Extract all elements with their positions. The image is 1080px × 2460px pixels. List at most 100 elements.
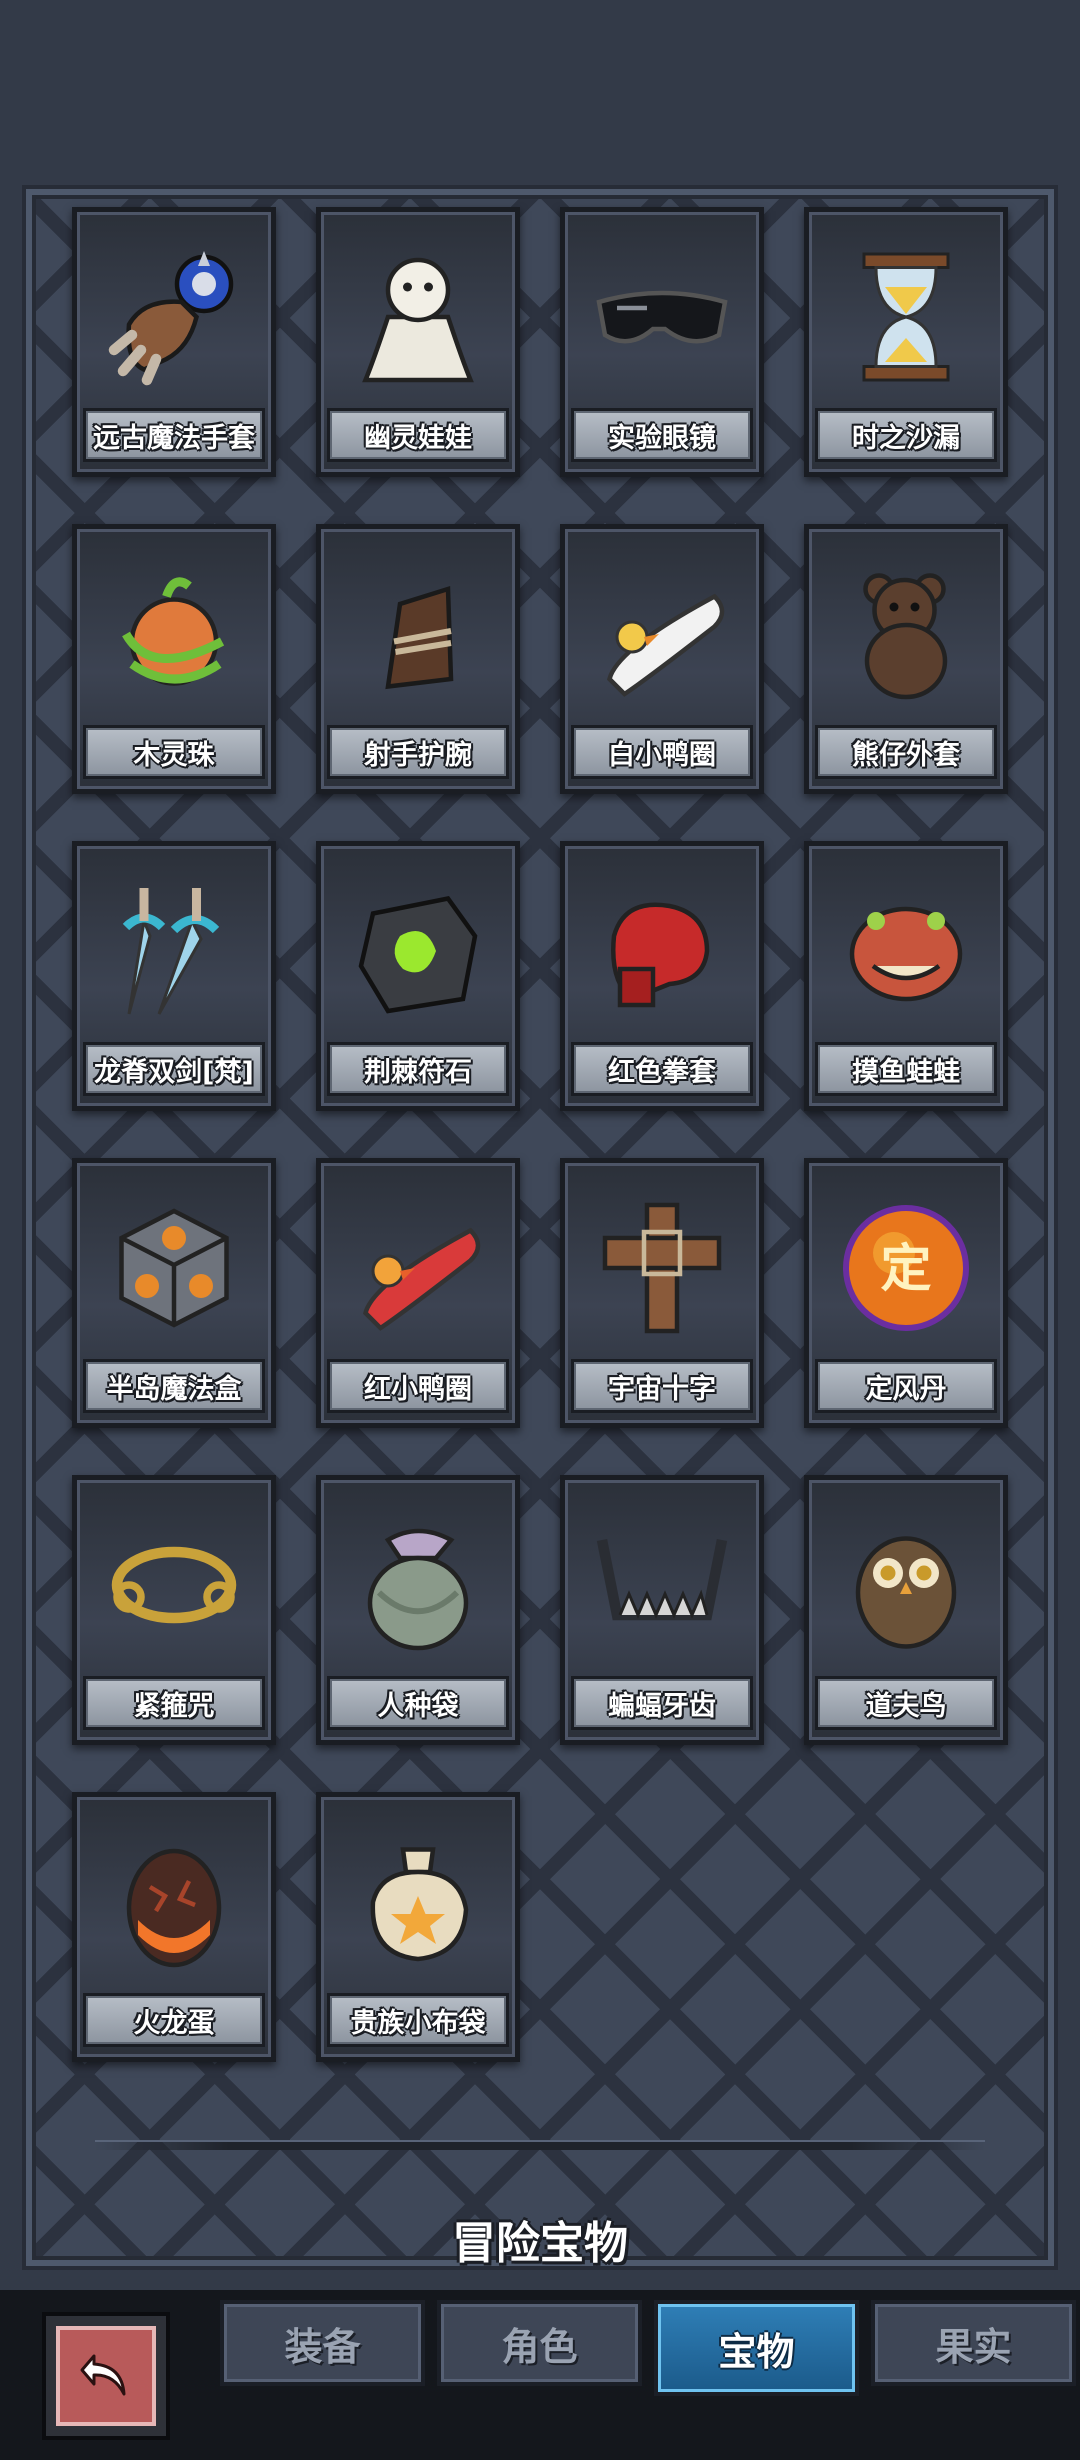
twin-swords-icon (89, 856, 259, 1046)
item-label-plate: 半岛魔法盒 (83, 1359, 265, 1413)
item-name: 熊仔外套 (852, 739, 960, 771)
treasure-card[interactable]: 幽灵娃娃 (316, 207, 520, 477)
orb-glyph: 定 (880, 1240, 931, 1299)
boxing-glove-icon (577, 856, 747, 1046)
treasure-grid: 远古魔法手套 幽灵娃娃 实验眼镜 时之沙漏 木灵珠 射手护腕 白小鸭圈 熊仔外套… (72, 207, 1008, 2062)
item-name: 道夫鸟 (865, 1690, 947, 1722)
top-band (0, 0, 1080, 185)
treasure-card[interactable]: 道夫鸟 (804, 1475, 1008, 1745)
hourglass-icon (821, 222, 991, 412)
back-button-face (56, 2326, 156, 2426)
treasure-card[interactable]: 贵族小布袋 (316, 1792, 520, 2062)
item-label-plate: 定风丹 (815, 1359, 997, 1413)
treasure-card[interactable]: 时之沙漏 (804, 207, 1008, 477)
back-arrow-icon (76, 2344, 136, 2408)
item-label-plate: 红小鸭圈 (327, 1359, 509, 1413)
item-label-plate: 时之沙漏 (815, 408, 997, 462)
item-label-plate: 荆棘符石 (327, 1042, 509, 1096)
cloth-pouch-icon (333, 1807, 503, 1997)
wood-orb-icon (89, 539, 259, 729)
treasure-card[interactable]: 蝙蝠牙齿 (560, 1475, 764, 1745)
treasure-card[interactable]: 宇宙十字 (560, 1158, 764, 1428)
item-label-plate: 木灵珠 (83, 725, 265, 779)
item-label-plate: 红色拳套 (571, 1042, 753, 1096)
treasure-card[interactable]: 荆棘符石 (316, 841, 520, 1111)
treasure-card[interactable]: 龙脊双剑[梵] (72, 841, 276, 1111)
seed-bag-icon (333, 1490, 503, 1680)
item-name: 龙脊双剑[梵] (94, 1056, 254, 1088)
item-name: 远古魔法手套 (93, 422, 255, 454)
cross-icon (577, 1173, 747, 1363)
item-label-plate: 宇宙十字 (571, 1359, 753, 1413)
treasure-card[interactable]: 射手护腕 (316, 524, 520, 794)
treasure-card[interactable]: 实验眼镜 (560, 207, 764, 477)
item-label-plate: 实验眼镜 (571, 408, 753, 462)
item-name: 荆棘符石 (364, 1056, 472, 1088)
item-name: 实验眼镜 (608, 422, 716, 454)
treasure-card[interactable]: 紧箍咒 (72, 1475, 276, 1745)
treasure-card[interactable]: 半岛魔法盒 (72, 1158, 276, 1428)
item-name: 幽灵娃娃 (364, 422, 472, 454)
tab-label: 宝物 (718, 2329, 795, 2374)
item-name: 贵族小布袋 (350, 2007, 486, 2039)
item-label-plate: 远古魔法手套 (83, 408, 265, 462)
tab-treasure[interactable]: 宝物 (654, 2300, 859, 2396)
white-duck-ring-icon (577, 539, 747, 729)
item-label-plate: 射手护腕 (327, 725, 509, 779)
tab-label: 装备 (284, 2324, 361, 2369)
item-name: 红色拳套 (608, 1056, 716, 1088)
treasure-card[interactable]: 摸鱼蛙蛙 (804, 841, 1008, 1111)
item-name: 时之沙漏 (852, 422, 960, 454)
tab-fruit[interactable]: 果实 (871, 2300, 1076, 2386)
section-title: 冒险宝物 (452, 2218, 628, 2269)
frog-icon (821, 856, 991, 1046)
tab-equipment[interactable]: 装备 (220, 2300, 425, 2386)
treasure-card[interactable]: 火龙蛋 (72, 1792, 276, 2062)
item-label-plate: 人种袋 (327, 1676, 509, 1730)
treasure-card[interactable]: 白小鸭圈 (560, 524, 764, 794)
magic-cube-icon (89, 1173, 259, 1363)
red-duck-ring-icon (333, 1173, 503, 1363)
tab-label: 果实 (935, 2324, 1012, 2369)
dragon-egg-icon (89, 1807, 259, 1997)
golden-circlet-icon (89, 1490, 259, 1680)
treasure-card[interactable]: 红色拳套 (560, 841, 764, 1111)
teddy-bear-icon (821, 539, 991, 729)
rune-stone-icon (333, 856, 503, 1046)
treasure-card[interactable]: 红小鸭圈 (316, 1158, 520, 1428)
item-name: 紧箍咒 (133, 1690, 215, 1722)
gauntlet-icon (89, 222, 259, 412)
item-name: 宇宙十字 (608, 1373, 716, 1405)
item-label-plate: 蝙蝠牙齿 (571, 1676, 753, 1730)
item-name: 人种袋 (377, 1690, 459, 1722)
owl-icon (821, 1490, 991, 1680)
treasure-card[interactable]: 远古魔法手套 (72, 207, 276, 477)
item-name: 白小鸭圈 (608, 739, 716, 771)
treasure-card[interactable]: 熊仔外套 (804, 524, 1008, 794)
item-label-plate: 摸鱼蛙蛙 (815, 1042, 997, 1096)
item-name: 摸鱼蛙蛙 (852, 1056, 960, 1088)
ghost-doll-icon (333, 222, 503, 412)
item-name: 半岛魔法盒 (106, 1373, 242, 1405)
item-name: 蝙蝠牙齿 (608, 1690, 716, 1722)
item-label-plate: 白小鸭圈 (571, 725, 753, 779)
treasure-card[interactable]: 木灵珠 (72, 524, 276, 794)
footer-divider (95, 2140, 985, 2150)
item-label-plate: 道夫鸟 (815, 1676, 997, 1730)
goggles-icon (577, 222, 747, 412)
item-label-plate: 紧箍咒 (83, 1676, 265, 1730)
bracer-icon (333, 539, 503, 729)
tab-character[interactable]: 角色 (437, 2300, 642, 2386)
item-name: 火龙蛋 (133, 2007, 215, 2039)
item-name: 定风丹 (865, 1373, 947, 1405)
item-label-plate: 火龙蛋 (83, 1993, 265, 2047)
item-label-plate: 贵族小布袋 (327, 1993, 509, 2047)
bat-teeth-icon (577, 1490, 747, 1680)
item-name: 射手护腕 (364, 739, 472, 771)
treasure-card[interactable]: 定 定风丹 (804, 1158, 1008, 1428)
back-button[interactable] (42, 2312, 170, 2440)
item-name: 红小鸭圈 (364, 1373, 472, 1405)
tab-label: 角色 (501, 2324, 578, 2369)
treasure-card[interactable]: 人种袋 (316, 1475, 520, 1745)
fire-orb-icon: 定 (821, 1173, 991, 1363)
